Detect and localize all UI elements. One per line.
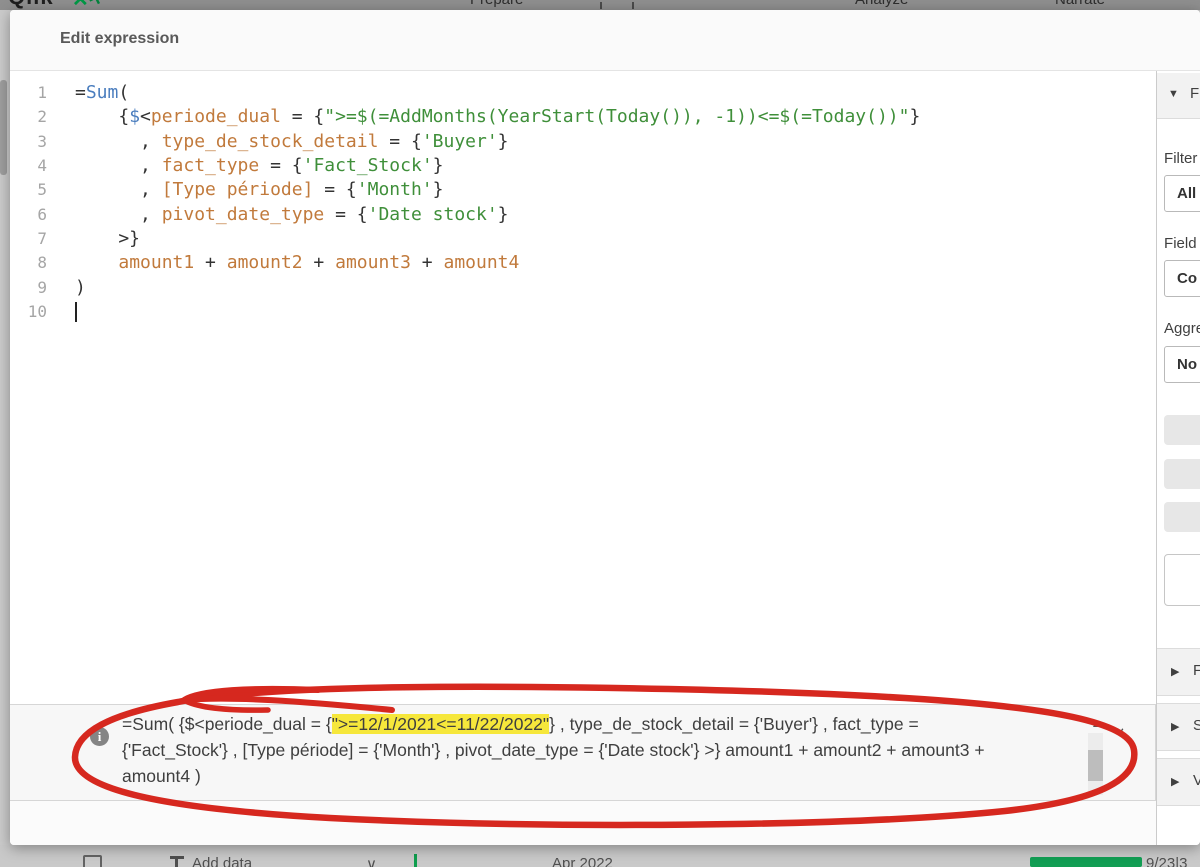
dialog-footer xyxy=(10,801,1157,845)
code-lines[interactable]: =Sum( {$<periode_dual = {">=$(=AddMonths… xyxy=(75,81,920,704)
expand-triangle-icon: ▶ xyxy=(1171,666,1180,678)
chevron-down-icon: ∨ xyxy=(366,856,377,867)
field-select[interactable]: Co xyxy=(1164,260,1200,297)
panel-button-1[interactable] xyxy=(1164,415,1200,445)
scroll-up-icon[interactable]: ▲ xyxy=(1088,719,1104,730)
tab-analyze: Analyze xyxy=(855,0,908,8)
variables-section-label: Variables xyxy=(1193,772,1200,789)
section-header-set-expressions[interactable]: ▶ Set expressions xyxy=(1157,703,1200,751)
toolbar-divider xyxy=(632,2,634,9)
edit-expression-dialog: Edit expression 1 2 3 4 5 6 7 8 9 10 =Sum( {$<per… xyxy=(10,10,1200,845)
field-label: Field xyxy=(1164,235,1197,252)
expand-triangle-icon: ▶ xyxy=(1171,776,1180,788)
functions-section-label: Functions xyxy=(1193,662,1200,679)
tab-prepare: Prepare xyxy=(470,0,523,8)
dialog-header: Edit expression xyxy=(10,10,1200,71)
toolbar-divider xyxy=(600,2,602,9)
counter-fragment: 9/23|3 xyxy=(1146,855,1188,867)
line-numbers: 1 2 3 4 5 6 7 8 9 10 xyxy=(27,83,47,322)
expression-editor[interactable]: 1 2 3 4 5 6 7 8 9 10 =Sum( {$<periode_dual = {">=… xyxy=(10,71,1157,704)
collapse-triangle-icon: ▼ xyxy=(1168,88,1179,100)
set-expressions-section-label: Set expressions xyxy=(1193,717,1200,734)
background-left-sliver xyxy=(0,10,10,845)
aggregation-label: Aggregation xyxy=(1164,320,1200,337)
expression-preview-bar: i =Sum( {$<periode_dual = {">=12/1/2021<… xyxy=(10,704,1157,801)
green-button-fragment xyxy=(1030,857,1142,867)
background-scrollbar-fragment xyxy=(0,80,7,175)
dialog-title: Edit expression xyxy=(60,30,180,47)
preview-scrollbar-thumb[interactable] xyxy=(1088,750,1103,781)
section-header-functions[interactable]: ▶ Functions xyxy=(1157,648,1200,696)
filter-table-select[interactable]: All xyxy=(1164,175,1200,212)
green-tick-fragment xyxy=(414,854,417,867)
background-bottom-sliver: Add data ∨ Apr 2022 9/23|3 xyxy=(0,845,1200,867)
fields-panel: ▼ Fields Filter by table All Field Co Ag… xyxy=(1156,71,1200,845)
qlik-logo: Qlik xyxy=(8,0,54,10)
info-icon: i xyxy=(90,727,109,746)
month-label: Apr 2022 xyxy=(552,855,613,867)
preview-line2: {'Fact_Stock'} , [Type période] = {'Mont… xyxy=(122,740,985,760)
section-header-variables[interactable]: ▶ Variables xyxy=(1157,758,1200,806)
section-header-fields[interactable]: ▼ Fields xyxy=(1157,73,1200,119)
sheet-icon xyxy=(83,855,102,867)
screen: Qlik ✕ ✕ Prepare Analyze Narrate Add dat… xyxy=(0,0,1200,867)
aggregation-select[interactable]: No xyxy=(1164,346,1200,383)
background-toolbar-sliver: Qlik ✕ ✕ Prepare Analyze Narrate xyxy=(0,0,1200,10)
panel-button-2[interactable] xyxy=(1164,459,1200,489)
panel-button-3[interactable] xyxy=(1164,502,1200,532)
collapse-preview-icon[interactable]: ⌄ xyxy=(1111,717,1128,739)
preview-line3: amount4 ) xyxy=(122,766,201,786)
fields-section-label: Fields xyxy=(1190,85,1200,102)
filter-by-table-label: Filter by table xyxy=(1164,150,1200,167)
insert-button[interactable] xyxy=(1164,554,1200,606)
preview-line1-pre: =Sum( {$<periode_dual = { xyxy=(122,714,332,734)
highlighted-date-range: ">=12/1/2021<=11/22/2022" xyxy=(331,714,550,734)
evaluated-expression-text: =Sum( {$<periode_dual = {">=12/1/2021<=1… xyxy=(122,711,1082,789)
filter-icon-stem xyxy=(175,859,178,867)
tab-narrate: Narrate xyxy=(1055,0,1105,8)
add-data-label: Add data xyxy=(192,855,253,867)
expand-triangle-icon: ▶ xyxy=(1171,721,1180,733)
preview-line1-post: } , type_de_stock_detail = {'Buyer'} , f… xyxy=(549,714,919,734)
text-caret xyxy=(75,302,77,322)
